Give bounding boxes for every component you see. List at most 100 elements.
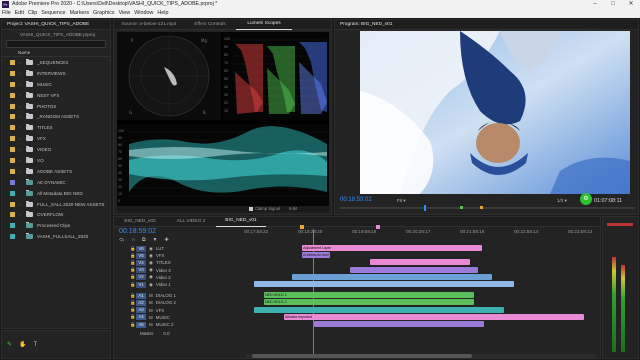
settings-wrench-icon[interactable]: ⚙ xyxy=(580,193,592,205)
eye-icon[interactable]: ◉ xyxy=(149,282,153,288)
bin-item[interactable]: › FULL_SALL 2020 NEW ASSETS xyxy=(2,199,110,210)
label-color-swatch[interactable] xyxy=(10,92,15,98)
project-search-input[interactable] xyxy=(6,40,106,48)
bin-item[interactable]: › ADOBE ASSETS xyxy=(2,166,110,177)
snap-icon[interactable]: ∩ xyxy=(131,237,135,243)
track-header[interactable]: 🔒 V1 ◉ Video 1 xyxy=(114,281,189,288)
bin-item[interactable]: › PHOTOS xyxy=(2,101,110,112)
timeline-clip[interactable] xyxy=(254,281,514,287)
tab-lumetri-scopes[interactable]: Lumetri Scopes xyxy=(236,19,292,30)
label-color-swatch[interactable] xyxy=(10,147,15,153)
bin-item[interactable]: › _SEQUENCES xyxy=(2,57,110,68)
timeline-clip[interactable] xyxy=(292,273,492,280)
pen-icon[interactable]: ✎ xyxy=(7,341,12,348)
fit-select[interactable]: Fit ▾ xyxy=(397,198,406,204)
timeline-clip[interactable] xyxy=(254,306,504,313)
mute-icon[interactable]: M xyxy=(149,315,153,320)
bin-item[interactable]: VASHI_FULLSALL_2020 xyxy=(2,231,110,242)
timeline-clip[interactable] xyxy=(314,321,484,327)
wrench-icon[interactable]: ✚ xyxy=(164,237,168,243)
timeline-clip[interactable]: NED HOLD 1 xyxy=(264,292,474,299)
program-video-frame[interactable] xyxy=(360,31,630,194)
program-timecode[interactable]: 00:18:59:02 xyxy=(340,197,372,203)
mute-icon[interactable]: M xyxy=(149,300,153,305)
master-track-header[interactable]: Master 0.0 xyxy=(114,330,189,337)
track-header[interactable]: 🔒 V4 ◉ TITLES xyxy=(114,259,189,266)
label-color-swatch[interactable] xyxy=(10,157,15,163)
tab-sequence-v02[interactable]: BIG_NED_v02 xyxy=(114,217,166,227)
label-color-swatch[interactable] xyxy=(10,59,15,65)
program-scrub-bar[interactable] xyxy=(340,205,635,211)
track-header[interactable]: 🔒 A3 M VFX xyxy=(114,307,189,314)
timeline-marker[interactable] xyxy=(376,225,380,229)
marker-icon[interactable]: ▼ xyxy=(153,237,158,243)
bin-item[interactable]: Processed Clips xyxy=(2,220,110,231)
bin-item[interactable]: AE DYNAMIC xyxy=(2,177,110,188)
project-column-header[interactable]: Name xyxy=(2,49,110,57)
timeline-clip[interactable]: NED HOLD 2 xyxy=(264,299,474,306)
label-color-swatch[interactable] xyxy=(10,103,15,109)
label-color-swatch[interactable] xyxy=(10,125,15,131)
bin-item[interactable]: › MUSIC xyxy=(2,79,110,90)
track-id[interactable]: V4 xyxy=(136,259,146,266)
ripple-icon[interactable]: ⤼ xyxy=(119,237,124,243)
label-color-swatch[interactable] xyxy=(10,223,15,229)
label-color-swatch[interactable] xyxy=(10,70,15,76)
tab-effect-controls[interactable]: Effect Controls xyxy=(184,20,236,30)
marker-dot[interactable] xyxy=(460,206,463,209)
eye-icon[interactable]: ◉ xyxy=(149,267,153,273)
marker-dot[interactable] xyxy=(480,206,483,209)
timeline-clip[interactable] xyxy=(350,266,478,273)
tab-source[interactable]: Source: a-below-121.mp4 xyxy=(114,20,184,30)
menu-sequence[interactable]: Sequence xyxy=(41,9,65,18)
timeline-clip[interactable]: Alibaba Imported xyxy=(284,313,584,320)
label-color-swatch[interactable] xyxy=(10,201,15,207)
track-header[interactable]: 🔒 A2 M DIALOG 2 xyxy=(114,299,189,306)
mute-icon[interactable]: M xyxy=(149,308,153,313)
minimize-button[interactable]: – xyxy=(586,0,604,9)
track-id[interactable]: V3 xyxy=(136,267,146,274)
track-header[interactable]: 🔒 V6 ◉ LUT xyxy=(114,245,189,252)
menu-help[interactable]: Help xyxy=(157,9,168,18)
eye-icon[interactable]: ◉ xyxy=(149,260,153,266)
track-id[interactable]: A4 xyxy=(136,314,146,321)
tab-program[interactable]: Program: BIG_NED_v01 xyxy=(335,20,398,30)
timeline-scroll-thumb[interactable] xyxy=(252,354,472,358)
eye-icon[interactable]: ◉ xyxy=(149,253,153,259)
menu-edit[interactable]: Edit xyxy=(15,9,24,18)
track-id[interactable]: V6 xyxy=(136,245,146,252)
linked-icon[interactable]: ⧉ xyxy=(142,237,146,243)
timeline-timecode[interactable]: 00:18:59:02 xyxy=(119,228,156,235)
track-id[interactable]: V2 xyxy=(136,274,146,281)
hand-icon[interactable]: ✋ xyxy=(19,341,26,348)
clamp-signal-checkbox[interactable] xyxy=(249,206,253,211)
bin-item[interactable]: › _RANDOM ASSETS xyxy=(2,111,110,122)
label-color-swatch[interactable] xyxy=(10,234,15,240)
menu-clip[interactable]: Clip xyxy=(28,9,37,18)
resolution-select[interactable]: 1/2 ▾ xyxy=(557,198,567,204)
timeline-marker[interactable] xyxy=(300,225,304,229)
menu-file[interactable]: File xyxy=(2,9,11,18)
bin-item[interactable]: › TITLES xyxy=(2,122,110,133)
menu-view[interactable]: View xyxy=(119,9,131,18)
timeline-scrollbar[interactable] xyxy=(246,354,596,358)
label-color-swatch[interactable] xyxy=(10,168,15,174)
master-level[interactable]: 0.0 xyxy=(163,331,169,336)
label-color-swatch[interactable] xyxy=(10,212,15,218)
menu-window[interactable]: Window xyxy=(134,9,153,18)
track-header[interactable]: 🔒 V3 ◉ Video 3 xyxy=(114,267,189,274)
track-id[interactable]: A3 xyxy=(136,307,146,314)
type-icon[interactable]: T xyxy=(34,342,38,348)
track-header[interactable]: 🔒 V2 ◉ Video 2 xyxy=(114,274,189,281)
track-id[interactable]: A5 xyxy=(136,321,146,328)
bin-item[interactable]: › INTERVIEWS xyxy=(2,68,110,79)
menu-markers[interactable]: Markers xyxy=(70,9,89,18)
close-button[interactable]: ✕ xyxy=(622,0,640,9)
mute-icon[interactable]: M xyxy=(149,322,153,327)
bin-item[interactable]: › NEST VFX xyxy=(2,90,110,101)
timeline-ruler[interactable]: 00:17:58:22 00:18:28:20 00:19:58:19 00:20:2… xyxy=(244,229,600,239)
label-color-swatch[interactable] xyxy=(10,179,15,185)
bin-item[interactable]: All Metadata BIG NED xyxy=(2,188,110,199)
maximize-button[interactable]: □ xyxy=(604,0,622,9)
bin-item[interactable]: › VFX xyxy=(2,133,110,144)
